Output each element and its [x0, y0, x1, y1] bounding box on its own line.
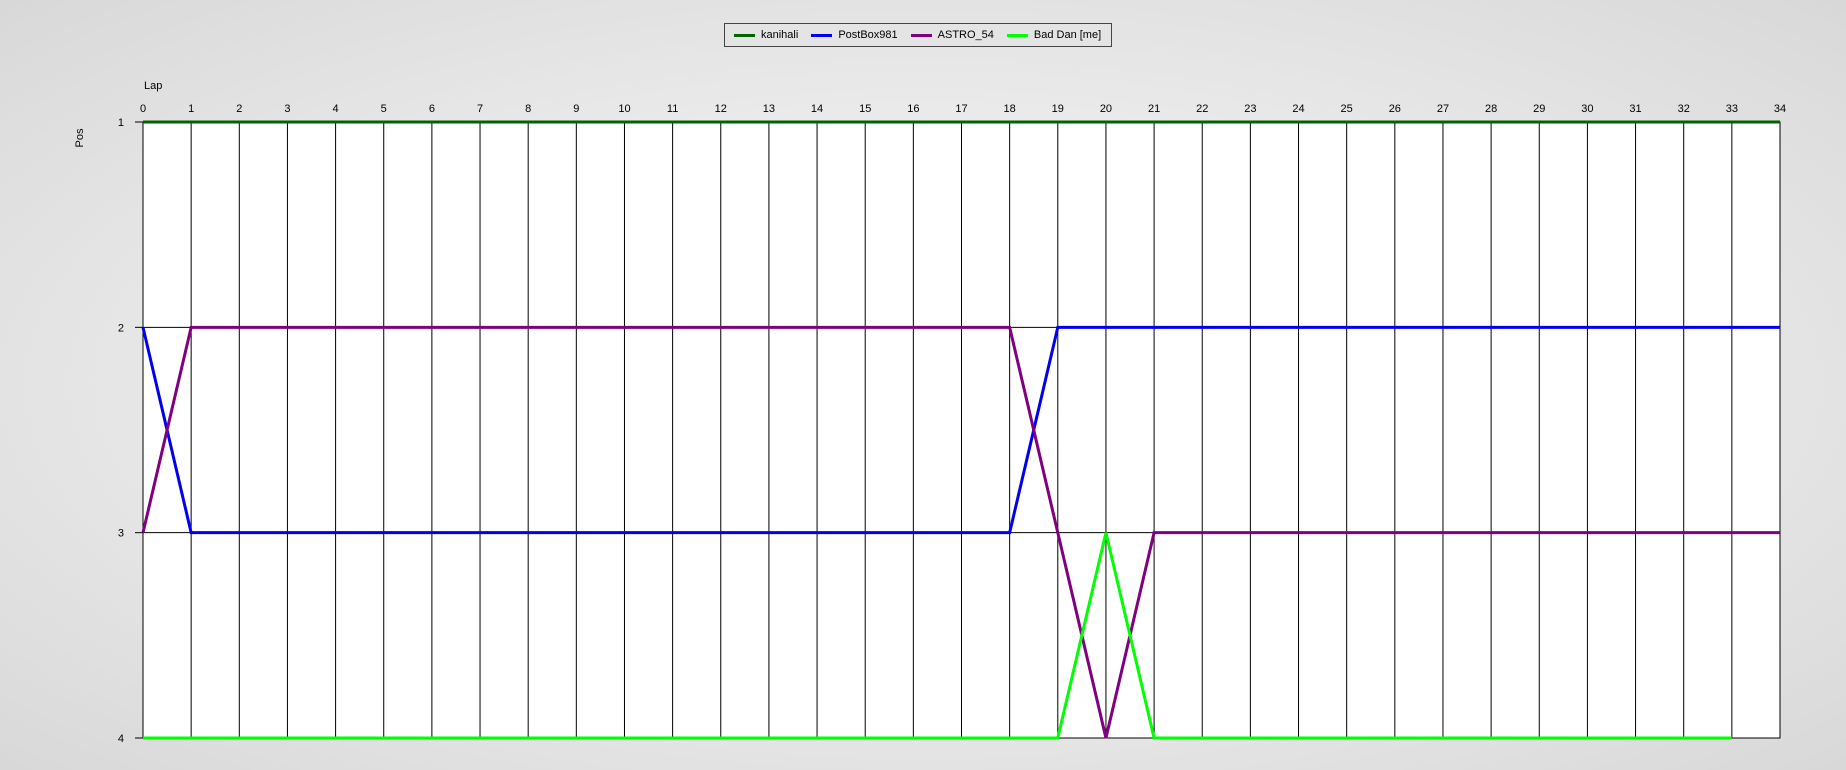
x-tick-label: 7	[477, 103, 483, 115]
x-tick-label: 4	[333, 103, 339, 115]
x-tick-label: 25	[1341, 103, 1353, 115]
x-tick-label: 22	[1196, 103, 1208, 115]
x-tick-label: 33	[1726, 103, 1738, 115]
x-tick-label: 23	[1244, 103, 1256, 115]
x-tick-label: 15	[859, 103, 871, 115]
x-tick-label: 27	[1437, 103, 1449, 115]
x-tick-label: 0	[140, 103, 146, 115]
x-tick-label: 16	[907, 103, 919, 115]
x-tick-label: 14	[811, 103, 823, 115]
x-tick-label: 2	[236, 103, 242, 115]
x-tick-label: 32	[1678, 103, 1690, 115]
x-tick-label: 3	[284, 103, 290, 115]
x-tick-label: 28	[1485, 103, 1497, 115]
x-tick-label: 31	[1629, 103, 1641, 115]
x-tick-label: 18	[1004, 103, 1016, 115]
y-tick-label: 2	[118, 322, 124, 334]
x-tick-label: 5	[381, 103, 387, 115]
position-chart: 0 1 2 3 4 5 6 7 8 9 10 11 12 13 14 15 16 17 18 19 20 21 22 23 24…	[74, 80, 1786, 745]
y-tick-label: 3	[118, 528, 124, 540]
x-tick-label: 29	[1533, 103, 1545, 115]
x-tick-label: 34	[1774, 103, 1786, 115]
x-tick-label: 20	[1100, 103, 1112, 115]
x-axis-title: Lap	[144, 80, 162, 92]
x-tick-label: 6	[429, 103, 435, 115]
x-tick-label: 24	[1292, 103, 1304, 115]
x-tick-label: 12	[715, 103, 727, 115]
x-tick-label: 13	[763, 103, 775, 115]
x-tick-label: 1	[188, 103, 194, 115]
x-tick-label: 26	[1389, 103, 1401, 115]
y-axis-title: Pos	[74, 128, 86, 147]
x-tick-label: 30	[1581, 103, 1593, 115]
x-tick-label: 19	[1052, 103, 1064, 115]
x-tick-label: 8	[525, 103, 531, 115]
x-tick-label: 10	[618, 103, 630, 115]
x-tick-label: 11	[667, 103, 678, 115]
x-tick-label: 17	[955, 103, 967, 115]
x-tick-label: 21	[1148, 103, 1160, 115]
x-tick-label: 9	[573, 103, 579, 115]
y-tick-label: 1	[118, 117, 124, 129]
y-tick-label: 4	[118, 733, 124, 745]
